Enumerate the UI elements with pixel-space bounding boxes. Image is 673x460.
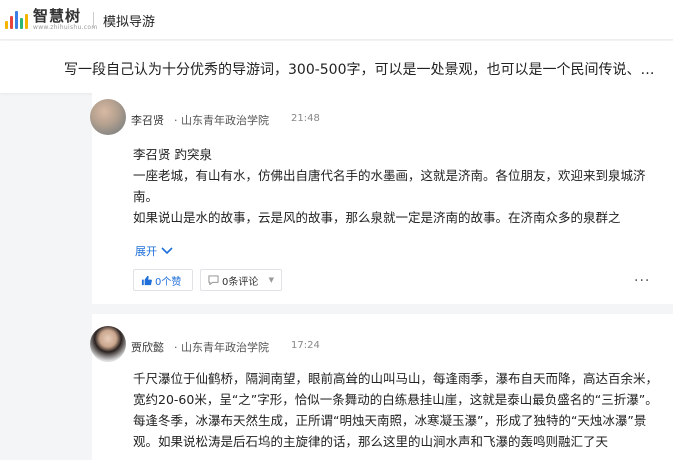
answer-paragraph: 如果说山是水的故事，云是风的故事，那么泉就一定是济南的故事。在济南众多的泉群之: [133, 210, 621, 225]
comment-count: 0条评论: [222, 276, 259, 288]
logo-name: 智慧树: [33, 7, 82, 25]
answer-paragraph: 一座老城，有山有水，仿佛出自唐代名手的水墨画，这就是济南。各位朋友，欢迎来到泉城…: [133, 168, 646, 204]
answer-card: 贾欣懿 · 山东青年政治学院 17:24 千尺瀑位于仙鹤桥，隔涧南望，眼前高耸的…: [90, 314, 673, 460]
comment-icon: [208, 275, 219, 285]
zhihuishu-logo[interactable]: 智慧树 www.zhihuishu.com: [5, 9, 98, 31]
expand-label: 展开: [135, 245, 157, 258]
logo-bars-icon: [5, 11, 28, 29]
author-school: · 山东青年政治学院: [174, 114, 269, 127]
author-name[interactable]: 李召贤: [131, 112, 164, 128]
post-time: 21:48: [291, 113, 320, 124]
avatar[interactable]: [90, 326, 126, 362]
answer-card: 李召贤 · 山东青年政治学院 21:48 李召贤 趵突泉 一座老城，有山有水，仿…: [90, 92, 673, 304]
answer-paragraph: 李召贤 趵突泉: [133, 147, 212, 162]
answer-paragraph: 千尺瀑位于仙鹤桥，隔涧南望，眼前高耸的山叫马山，每逢雨季，瀑布自天而降，高达百余…: [133, 371, 659, 449]
header-divider: [93, 12, 94, 28]
avatar[interactable]: [90, 99, 126, 135]
like-count: 0个赞: [155, 276, 182, 288]
expand-button[interactable]: 展开: [135, 243, 173, 259]
thumbs-up-icon: [141, 275, 152, 285]
author-name[interactable]: 贾欣懿: [131, 339, 164, 355]
question-bar: 写一段自己认为十分优秀的导游词，300-500字，可以是一处景观，也可以是一个民…: [0, 41, 673, 93]
chevron-down-icon: [161, 247, 173, 255]
section-title[interactable]: 模拟导游: [103, 11, 155, 30]
question-text[interactable]: 写一段自己认为十分优秀的导游词，300-500字，可以是一处景观，也可以是一个民…: [64, 59, 669, 79]
comment-button[interactable]: 0条评论 ▼: [200, 269, 282, 291]
author-school: · 山东青年政治学院: [174, 341, 269, 354]
answer-text: 千尺瀑位于仙鹤桥，隔涧南望，眼前高耸的山叫马山，每逢雨季，瀑布自天而降，高达百余…: [133, 368, 663, 460]
caret-down-icon: ▼: [268, 276, 274, 284]
top-bar: 智慧树 www.zhihuishu.com 模拟导游: [0, 0, 673, 40]
more-options-button[interactable]: ···: [634, 273, 650, 289]
answer-text: 李召贤 趵突泉 一座老城，有山有水，仿佛出自唐代名手的水墨画，这就是济南。各位朋…: [133, 144, 663, 228]
post-time: 17:24: [291, 340, 320, 351]
like-button[interactable]: 0个赞: [133, 269, 193, 291]
logo-url: www.zhihuishu.com: [33, 24, 98, 31]
